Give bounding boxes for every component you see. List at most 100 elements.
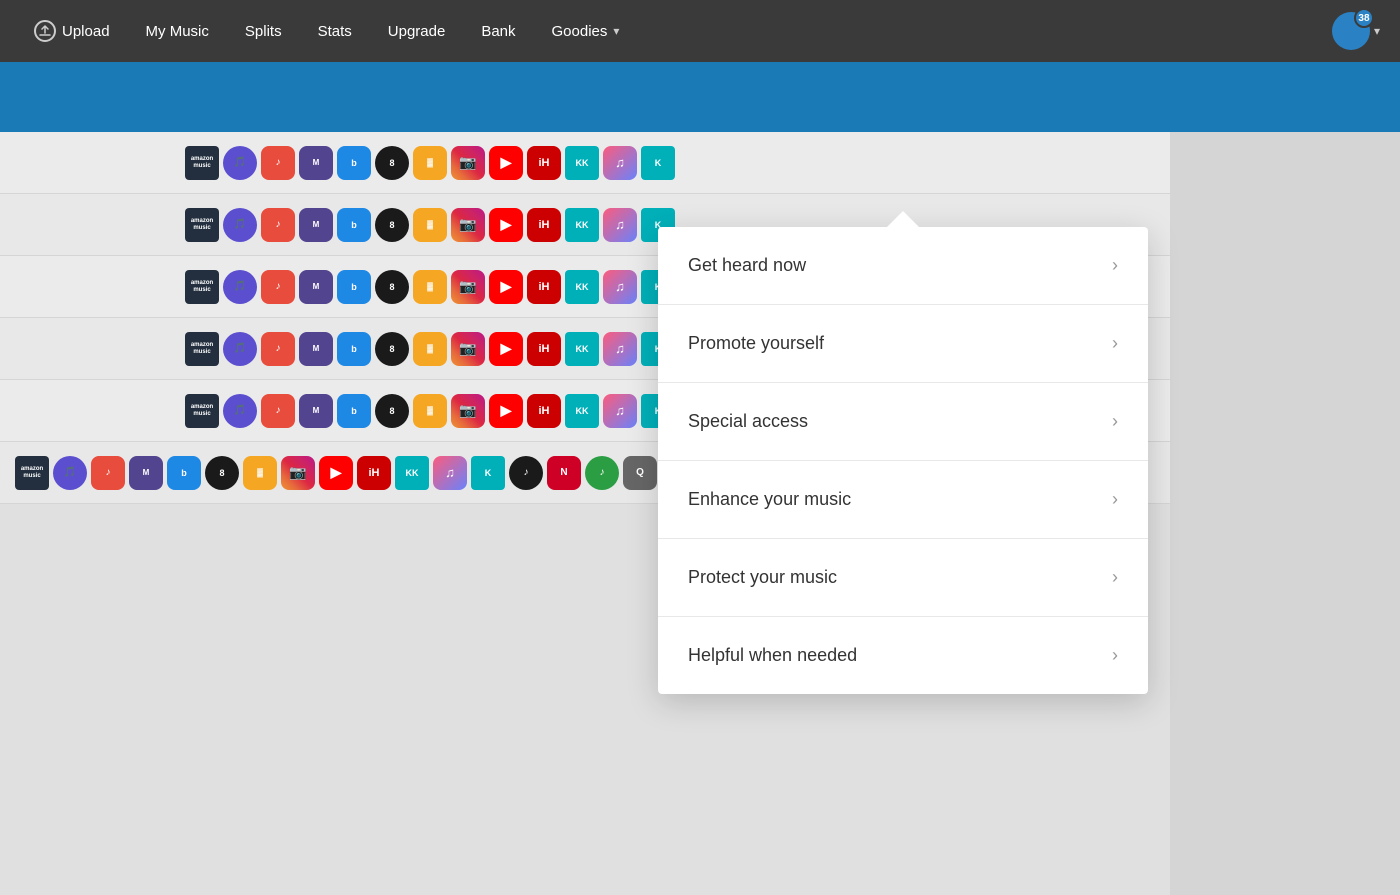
music-note-icon: ♪ xyxy=(261,146,295,180)
kkbox-icon: KK xyxy=(565,208,599,242)
iheart-icon: iH xyxy=(527,332,561,366)
amazon-music-icon: amazonmusic xyxy=(185,394,219,428)
bookbeat-icon: b xyxy=(337,270,371,304)
goodies-dropdown: Get heard now › Promote yourself › Speci… xyxy=(658,227,1148,694)
distro-icon: 🎵 xyxy=(223,146,257,180)
chevron-right-icon: › xyxy=(1112,255,1118,276)
stats-nav-item[interactable]: Stats xyxy=(304,15,366,48)
distro-icon: 🎵 xyxy=(223,270,257,304)
youtube-icon: ▶ xyxy=(489,332,523,366)
iheart-icon: iH xyxy=(527,208,561,242)
iheart-icon: iH xyxy=(527,270,561,304)
instagram-icon: 📷 xyxy=(451,394,485,428)
apple-music-icon: ♫ xyxy=(433,456,467,490)
splits-nav-item[interactable]: Splits xyxy=(231,15,296,48)
youtube-icon: ▶ xyxy=(489,394,523,428)
beatport-icon: 8 xyxy=(375,394,409,428)
amazon-music-icon: amazonmusic xyxy=(185,332,219,366)
music-note-icon: ♪ xyxy=(91,456,125,490)
kkbox2-icon: K xyxy=(471,456,505,490)
audiomack-icon: ▓ xyxy=(413,394,447,428)
instagram-icon: 📷 xyxy=(451,146,485,180)
youtube-icon: ▶ xyxy=(319,456,353,490)
dropdown-arrow xyxy=(887,211,919,227)
promote-yourself-item[interactable]: Promote yourself › xyxy=(658,305,1148,383)
amazon-music-icon: amazonmusic xyxy=(185,208,219,242)
music-note-icon: ♪ xyxy=(261,208,295,242)
helpful-when-needed-item[interactable]: Helpful when needed › xyxy=(658,617,1148,694)
music-note-icon: ♪ xyxy=(261,332,295,366)
bank-nav-item[interactable]: Bank xyxy=(467,15,529,48)
audiomack-icon: ▓ xyxy=(413,146,447,180)
goodies-chevron-icon: ▾ xyxy=(613,24,619,38)
goodies-nav-item[interactable]: Goodies ▾ xyxy=(538,15,634,48)
iheart-icon: iH xyxy=(527,394,561,428)
kkbox2-icon: K xyxy=(641,146,675,180)
mixcloud-icon: M xyxy=(129,456,163,490)
kkbox-icon: KK xyxy=(565,146,599,180)
beatport-icon: 8 xyxy=(375,146,409,180)
upload-icon xyxy=(34,20,56,42)
amazon-music-icon: amazonmusic xyxy=(185,146,219,180)
iheart-icon: iH xyxy=(357,456,391,490)
distro-icon: 🎵 xyxy=(53,456,87,490)
top-banner xyxy=(0,62,1400,132)
bookbeat-icon: b xyxy=(337,146,371,180)
instagram-icon: 📷 xyxy=(451,332,485,366)
tiktok-icon: ♪ xyxy=(509,456,543,490)
get-heard-now-item[interactable]: Get heard now › xyxy=(658,227,1148,305)
page-wrapper: Upload My Music Splits Stats Upgrade Ban… xyxy=(0,0,1400,895)
protect-your-music-item[interactable]: Protect your music › xyxy=(658,539,1148,617)
youtube-icon: ▶ xyxy=(489,146,523,180)
bookbeat-icon: b xyxy=(167,456,201,490)
anghami-icon: ♪ xyxy=(585,456,619,490)
special-access-item[interactable]: Special access › xyxy=(658,383,1148,461)
apple-music-icon: ♫ xyxy=(603,394,637,428)
iheart-icon: iH xyxy=(527,146,561,180)
kkbox-icon: KK xyxy=(395,456,429,490)
notification-badge: 38 xyxy=(1354,8,1374,28)
apple-music-icon: ♫ xyxy=(603,332,637,366)
mixcloud-icon: M xyxy=(299,146,333,180)
mixcloud-icon: M xyxy=(299,394,333,428)
beatport-icon: 8 xyxy=(375,208,409,242)
upgrade-nav-item[interactable]: Upgrade xyxy=(374,15,460,48)
youtube-icon: ▶ xyxy=(489,270,523,304)
kkbox-icon: KK xyxy=(565,394,599,428)
bookbeat-icon: b xyxy=(337,394,371,428)
my-music-nav-item[interactable]: My Music xyxy=(132,15,223,48)
beatport-icon: 8 xyxy=(375,332,409,366)
bookbeat-icon: b xyxy=(337,332,371,366)
avatar-chevron-icon: ▾ xyxy=(1374,24,1380,38)
upload-nav-item[interactable]: Upload xyxy=(20,12,124,50)
audiomack-icon: ▓ xyxy=(413,332,447,366)
instagram-icon: 📷 xyxy=(451,270,485,304)
navbar: Upload My Music Splits Stats Upgrade Ban… xyxy=(0,0,1400,62)
youtube-icon: ▶ xyxy=(489,208,523,242)
mixcloud-icon: M xyxy=(299,270,333,304)
chevron-right-icon: › xyxy=(1112,567,1118,588)
beatport-icon: 8 xyxy=(375,270,409,304)
apple-music-icon: ♫ xyxy=(603,208,637,242)
music-note-icon: ♪ xyxy=(261,394,295,428)
amazon-music-icon: amazonmusic xyxy=(15,456,49,490)
chevron-right-icon: › xyxy=(1112,489,1118,510)
distro-icon: 🎵 xyxy=(223,332,257,366)
content-area: amazonmusic 🎵 ♪ M b 8 ▓ 📷 ▶ iH KK ♫ K am… xyxy=(0,132,1400,895)
audiomack-icon: ▓ xyxy=(413,270,447,304)
user-avatar[interactable]: 38 xyxy=(1332,12,1370,50)
audiomack-icon: ▓ xyxy=(413,208,447,242)
right-panel xyxy=(1170,132,1400,895)
kkbox-icon: KK xyxy=(565,270,599,304)
enhance-your-music-item[interactable]: Enhance your music › xyxy=(658,461,1148,539)
instagram-icon: 📷 xyxy=(281,456,315,490)
mixcloud-icon: M xyxy=(299,332,333,366)
distro-icon: 🎵 xyxy=(223,394,257,428)
apple-music-icon: ♫ xyxy=(603,270,637,304)
audiomack-icon: ▓ xyxy=(243,456,277,490)
amazon-music-icon: amazonmusic xyxy=(185,270,219,304)
bookbeat-icon: b xyxy=(337,208,371,242)
chevron-right-icon: › xyxy=(1112,333,1118,354)
netease-icon: N xyxy=(547,456,581,490)
qobuz-icon: Q xyxy=(623,456,657,490)
